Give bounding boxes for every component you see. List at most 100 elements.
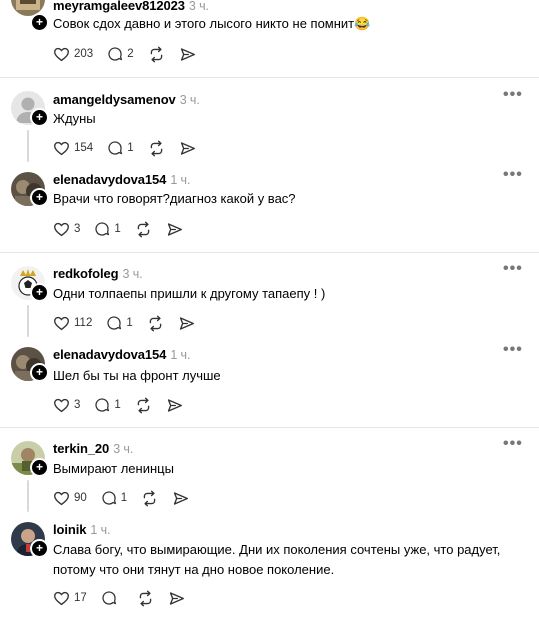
more-options-icon[interactable]: ••• <box>503 435 523 453</box>
username-row: amangeldysamenov 3 ч. <box>53 92 200 107</box>
action-bar: 17 <box>53 588 199 608</box>
comment-text: Ждуны <box>53 111 96 126</box>
comment-button[interactable]: 2 <box>107 46 134 62</box>
share-button[interactable] <box>179 46 196 63</box>
repost-button[interactable] <box>147 315 164 332</box>
comment-text-line: потому что они тянут на дно новое поколе… <box>53 562 335 577</box>
share-button[interactable] <box>166 397 183 414</box>
heart-icon <box>53 397 70 414</box>
follow-plus-icon[interactable]: + <box>30 539 49 558</box>
heart-icon <box>53 221 70 238</box>
username[interactable]: meyramgaleev812023 <box>53 0 185 13</box>
share-button[interactable] <box>168 590 185 607</box>
share-icon <box>166 397 183 414</box>
follow-plus-icon[interactable]: + <box>30 458 49 477</box>
action-bar: 3 1 <box>53 395 197 415</box>
like-count: 203 <box>74 48 94 60</box>
comment-text-line: Слава богу, что вымирающие. Дни их покол… <box>53 542 501 557</box>
share-button[interactable] <box>179 140 196 157</box>
divider <box>0 252 539 253</box>
action-bar: 90 1 <box>53 488 203 508</box>
comment-icon <box>94 221 110 237</box>
like-count: 3 <box>74 399 81 411</box>
like-count: 90 <box>74 492 87 504</box>
comment-button[interactable]: 1 <box>107 140 134 156</box>
like-count: 17 <box>74 592 87 604</box>
timestamp: 3 ч. <box>188 0 209 13</box>
comment-button[interactable]: 1 <box>94 221 121 237</box>
like-button[interactable]: 90 <box>53 490 87 507</box>
username[interactable]: elenadavydova154 <box>53 172 166 187</box>
username-row: loinik 1 ч. <box>53 522 110 537</box>
repost-button[interactable] <box>135 221 152 238</box>
share-icon <box>179 46 196 63</box>
like-count: 112 <box>74 317 93 329</box>
share-button[interactable] <box>166 221 183 238</box>
like-button[interactable]: 3 <box>53 221 80 238</box>
heart-icon <box>53 140 70 157</box>
repost-button[interactable] <box>137 590 154 607</box>
repost-button[interactable] <box>135 397 152 414</box>
comment-button[interactable] <box>101 590 117 606</box>
comment-button[interactable]: 1 <box>101 490 127 506</box>
heart-icon <box>53 490 70 507</box>
username[interactable]: redkofoleg <box>53 266 119 281</box>
repost-icon <box>135 221 152 238</box>
more-options-icon[interactable]: ••• <box>503 86 523 104</box>
like-button[interactable]: 17 <box>53 590 87 607</box>
follow-plus-icon[interactable]: + <box>30 108 49 127</box>
comment-text: Совок сдох давно и этого лысого никто не… <box>53 16 371 31</box>
share-button[interactable] <box>178 315 195 332</box>
reply-count: 1 <box>120 492 128 504</box>
more-options-icon[interactable]: ••• <box>503 166 523 184</box>
comment-button[interactable]: 1 <box>94 397 121 413</box>
more-options-icon[interactable]: ••• <box>503 341 523 359</box>
share-icon <box>179 140 196 157</box>
follow-plus-icon[interactable]: + <box>30 283 49 302</box>
timestamp: 3 ч. <box>179 93 200 107</box>
divider <box>0 77 539 78</box>
reply-count: 1 <box>127 142 134 154</box>
comment-text: Врачи что говорят?диагноз какой у вас? <box>53 191 296 206</box>
comment-icon <box>107 140 123 156</box>
action-bar: 154 1 <box>53 138 210 158</box>
comment-text: Одни толпаепы пришли к другому тапаепу !… <box>53 286 326 301</box>
follow-plus-icon[interactable]: + <box>30 363 49 382</box>
repost-button[interactable] <box>141 490 158 507</box>
like-button[interactable]: 154 <box>53 140 93 157</box>
heart-icon <box>53 590 70 607</box>
heart-icon <box>53 315 70 332</box>
comment-icon <box>107 46 123 62</box>
repost-icon <box>141 490 158 507</box>
repost-icon <box>135 397 152 414</box>
timestamp: 1 ч. <box>170 348 191 362</box>
thread-line <box>27 130 29 162</box>
share-icon <box>172 490 189 507</box>
more-options-icon[interactable]: ••• <box>503 260 523 278</box>
follow-plus-icon[interactable]: + <box>30 188 49 207</box>
action-bar: 203 2 <box>53 44 210 64</box>
action-bar: 3 1 <box>53 219 197 239</box>
username[interactable]: loinik <box>53 522 86 537</box>
username-row: terkin_20 3 ч. <box>53 441 133 456</box>
repost-icon <box>137 590 154 607</box>
share-icon <box>178 315 195 332</box>
repost-icon <box>148 140 165 157</box>
like-button[interactable]: 203 <box>53 46 93 63</box>
username[interactable]: amangeldysamenov <box>53 92 176 107</box>
reply-count: 2 <box>127 48 134 60</box>
username[interactable]: elenadavydova154 <box>53 347 166 362</box>
timestamp: 1 ч. <box>90 523 111 537</box>
like-count: 154 <box>74 142 94 154</box>
like-button[interactable]: 3 <box>53 397 80 414</box>
comment-text: Вымирают ленинцы <box>53 461 174 476</box>
comment-button[interactable]: 1 <box>106 315 133 331</box>
repost-button[interactable] <box>148 140 165 157</box>
follow-plus-icon[interactable]: + <box>30 13 49 32</box>
timestamp: 3 ч. <box>113 442 134 456</box>
like-button[interactable]: 112 <box>53 315 92 332</box>
repost-button[interactable] <box>148 46 165 63</box>
username[interactable]: terkin_20 <box>53 441 109 456</box>
share-button[interactable] <box>172 490 189 507</box>
timestamp: 1 ч. <box>170 173 191 187</box>
